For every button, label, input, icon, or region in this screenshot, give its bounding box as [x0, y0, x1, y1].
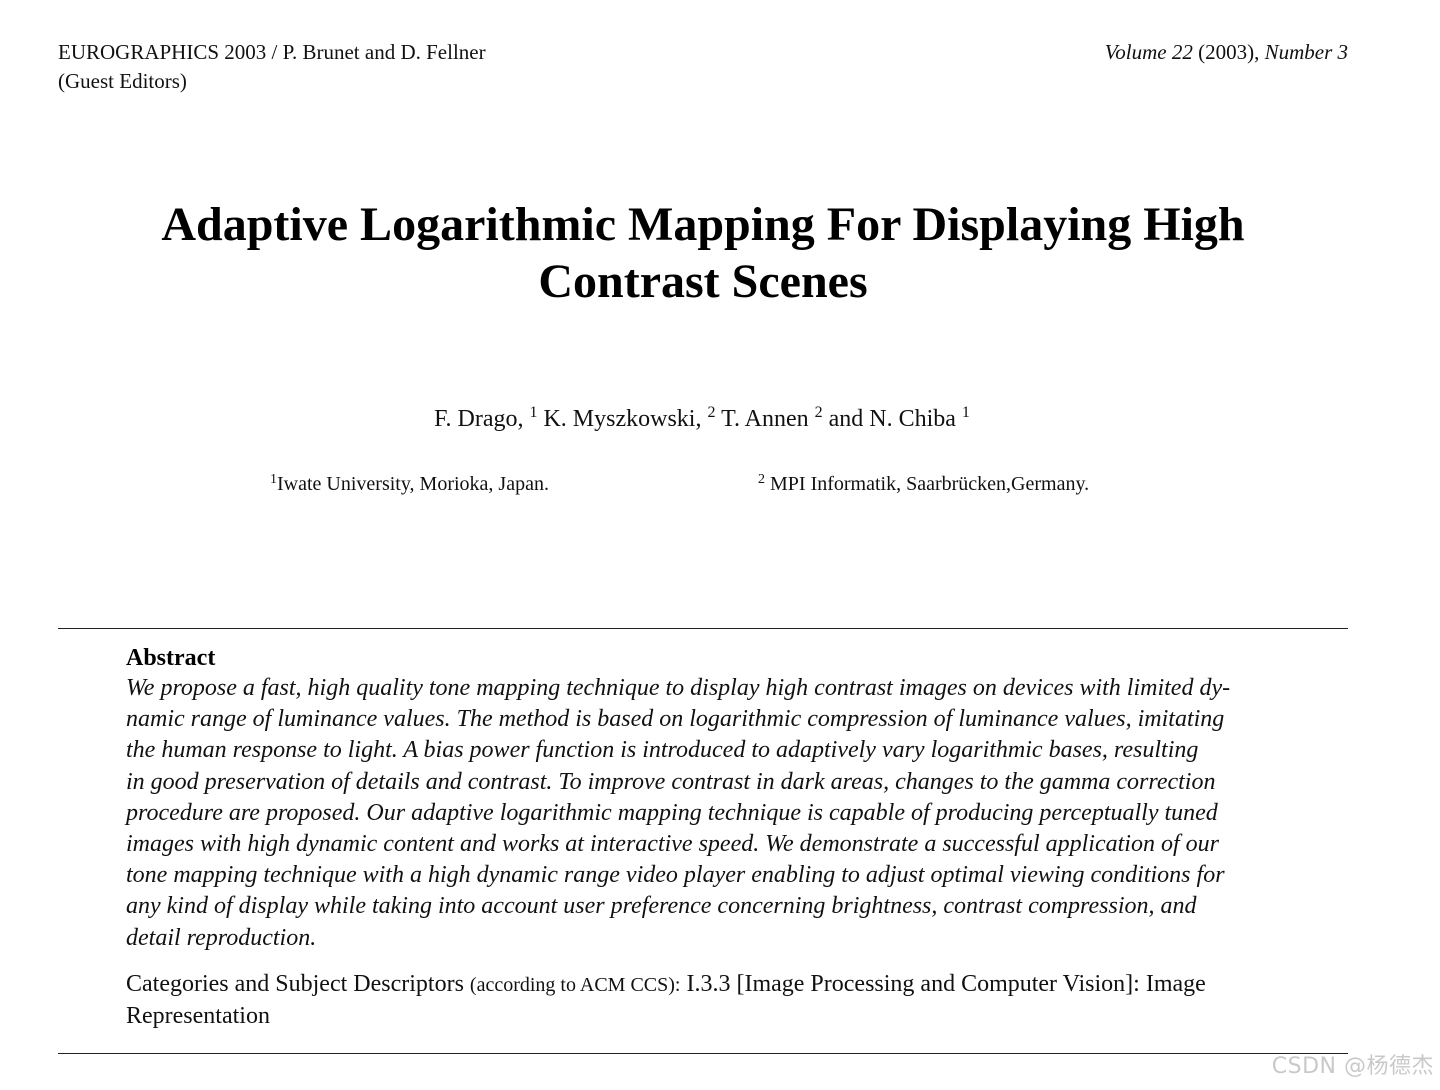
author-list: F. Drago, 1 K. Myszkowski, 2 T. Annen 2 … — [0, 402, 1404, 436]
affiliation-mark: 1 — [270, 472, 277, 487]
affiliation-mark: 2 — [758, 472, 765, 487]
abstract-line: detail reproduction. — [126, 924, 317, 951]
author-name: T. Annen — [721, 406, 809, 432]
author-affiliation-mark: 2 — [814, 404, 823, 421]
author-affiliation-mark: 1 — [961, 404, 970, 421]
abstract-line: the human response to light. A bias powe… — [126, 737, 1199, 764]
abstract-line: images with high dynamic content and wor… — [126, 831, 1219, 858]
descriptors-qualifier: (according to ACM CCS): — [469, 974, 681, 996]
abstract-bottom-rule — [58, 1053, 1348, 1054]
affiliation-2: 2 MPI Informatik, Saarbrücken,Germany. — [758, 470, 1089, 498]
abstract-line: tone mapping technique with a high dynam… — [126, 862, 1225, 889]
abstract-line: in good preservation of details and cont… — [126, 768, 1216, 795]
abstract-line: namic range of luminance values. The met… — [126, 706, 1225, 733]
author-affiliation-mark: 2 — [707, 404, 716, 421]
author-name: and N. Chiba — [828, 406, 956, 432]
csdn-watermark: CSDN @杨德杰 — [1271, 1054, 1434, 1079]
abstract-line: procedure are proposed. Our adaptive log… — [126, 799, 1218, 826]
abstract-line: We propose a fast, high quality tone map… — [126, 675, 1231, 701]
title-line-2: Contrast Scenes — [538, 255, 868, 308]
abstract-top-rule — [58, 628, 1348, 629]
title-line-1: Adaptive Logarithmic Mapping For Display… — [161, 198, 1245, 251]
volume-label: Volume 22 — [1104, 40, 1193, 64]
paper-title: Adaptive Logarithmic Mapping For Display… — [0, 196, 1406, 310]
year-label: (2003) — [1198, 40, 1255, 64]
author-name: F. Drago, — [434, 406, 524, 432]
affiliation-text: Iwate University, Morioka, Japan. — [277, 473, 549, 495]
affiliation-1: 1Iwate University, Morioka, Japan. — [270, 470, 549, 498]
subject-descriptors: Categories and Subject Descriptors (acco… — [126, 969, 1280, 1032]
running-header-left: EUROGRAPHICS 2003 / P. Brunet and D. Fel… — [58, 38, 486, 96]
descriptors-label: Categories and Subject Descriptors — [126, 971, 464, 997]
abstract-body: We propose a fast, high quality tone map… — [126, 673, 1280, 954]
running-header-right: Volume 22 (2003), Number 3 — [1104, 40, 1348, 64]
number-label: Number 3 — [1264, 40, 1348, 64]
abstract-heading: Abstract — [126, 645, 216, 671]
conference-line: EUROGRAPHICS 2003 / P. Brunet and D. Fel… — [58, 40, 486, 64]
author-name: K. Myszkowski, — [543, 406, 702, 432]
abstract-line: any kind of display while taking into ac… — [126, 893, 1197, 920]
affiliation-text: MPI Informatik, Saarbrücken,Germany. — [770, 473, 1090, 495]
author-affiliation-mark: 1 — [529, 404, 538, 421]
guest-editors-line: (Guest Editors) — [58, 69, 187, 93]
